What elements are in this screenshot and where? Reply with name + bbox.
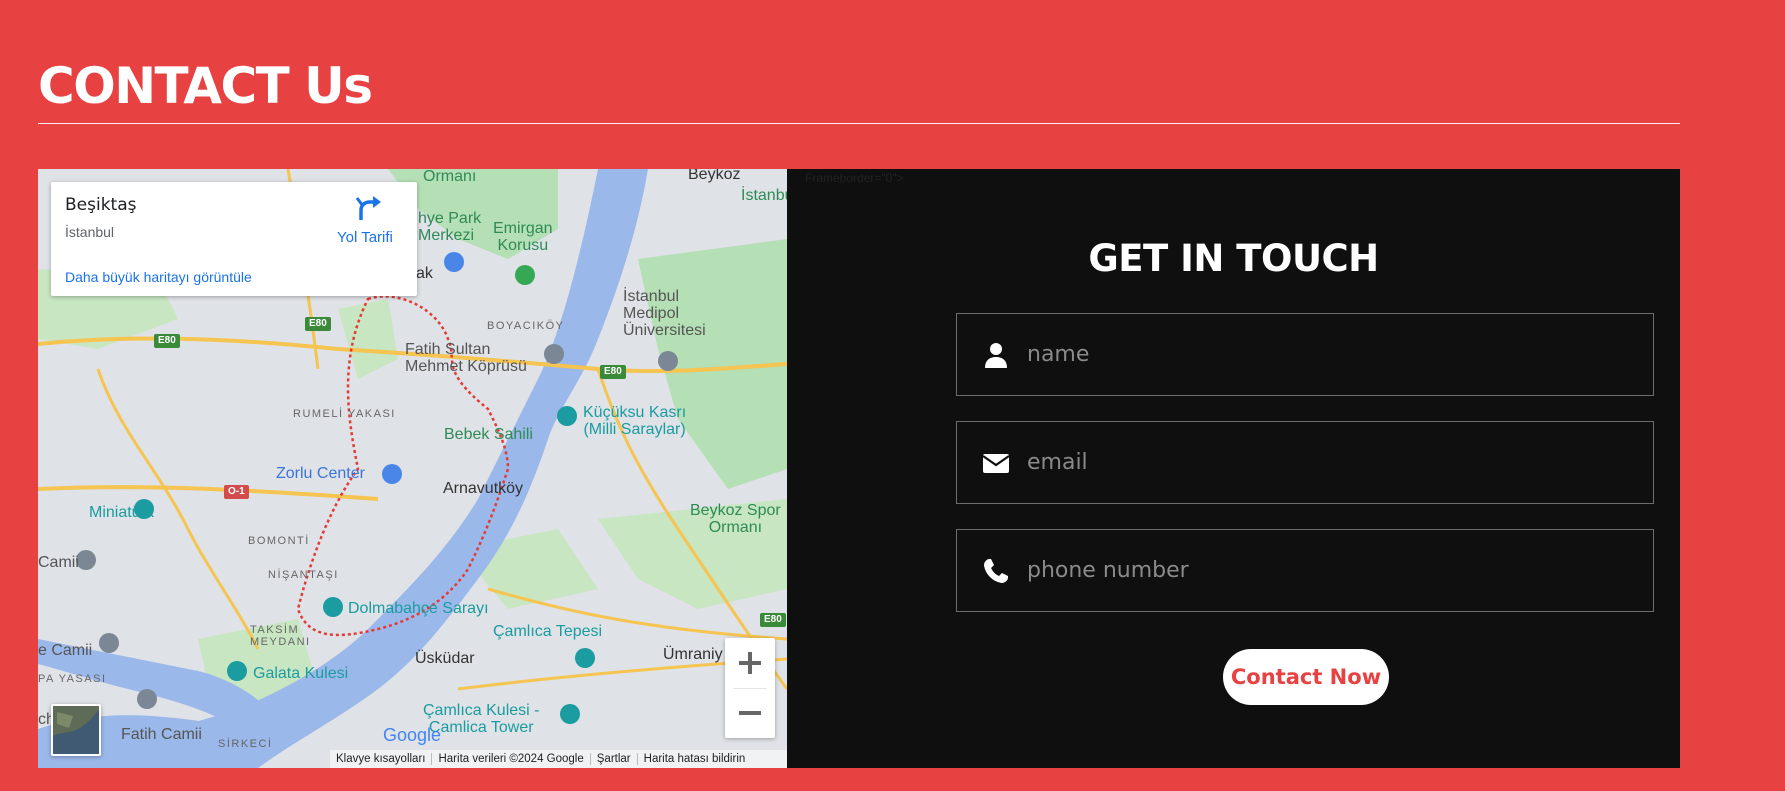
- map-label: SİRKECİ: [218, 738, 273, 750]
- plus-icon: [739, 652, 761, 674]
- form-heading: GET IN TOUCH: [1088, 237, 1379, 280]
- phone-icon: [984, 559, 1008, 583]
- road-shield: E80: [154, 334, 180, 348]
- map-label: İstanbul Medipol Üniversitesi: [623, 288, 706, 339]
- zoom-controls: [725, 638, 775, 738]
- name-field[interactable]: [956, 313, 1654, 396]
- email-field[interactable]: [956, 421, 1654, 504]
- map-label: hye Park Merkezi: [418, 210, 482, 244]
- iframe-leak-text: Frameborder="0">: [805, 171, 904, 185]
- map-label: Galata Kulesi: [253, 665, 349, 682]
- map-label: BOMONTİ: [248, 535, 310, 547]
- road-shield: E80: [760, 613, 786, 627]
- report-map-error-link[interactable]: Harita hatası bildirin: [638, 753, 752, 765]
- map-label: RUMELİ YAKASI: [293, 408, 396, 420]
- envelope-icon: [982, 454, 1010, 473]
- map-label: Miniatürk: [89, 504, 154, 521]
- map-label: Arnavutköy: [443, 480, 524, 497]
- name-input[interactable]: [1027, 314, 1637, 395]
- satellite-layer-toggle[interactable]: [51, 704, 101, 756]
- map-label: Emirgan Korusu: [493, 220, 553, 254]
- map-label: Üsküdar: [415, 650, 475, 667]
- map-label: Bebek Sahili: [444, 426, 533, 443]
- zoom-in-button[interactable]: [725, 638, 775, 688]
- map-label: Beykoz: [688, 169, 741, 183]
- map-place-card: Beşiktaş İstanbul Yol Tarifi Daha büyük …: [51, 182, 417, 296]
- terms-link[interactable]: Şartlar: [591, 753, 638, 765]
- minus-icon: [739, 711, 761, 715]
- road-shield: E80: [305, 317, 331, 331]
- directions-icon[interactable]: [355, 194, 383, 222]
- road-shield: E80: [600, 365, 626, 379]
- map-label: Beykoz Spor Ormanı: [690, 502, 781, 536]
- contact-form-panel: Frameborder="0"> GET IN TOUCH Contact No…: [787, 169, 1680, 768]
- keyboard-shortcuts-link[interactable]: Klavye kısayolları: [330, 753, 433, 765]
- directions-link[interactable]: Yol Tarifi: [337, 229, 393, 246]
- map-label: Çamlıca Tepesi: [493, 623, 603, 640]
- map-label: NİŞANTAŞI: [268, 569, 339, 581]
- map-label: Ümraniy: [663, 646, 723, 663]
- map-label: Fatih Sultan Mehmet Köprüsü: [405, 341, 527, 375]
- map-label: ak: [416, 265, 433, 282]
- page-title: CONTACT Us: [38, 57, 373, 115]
- map-label: Zorlu Center: [276, 465, 365, 482]
- map-label: BOYACIKÖY: [487, 320, 565, 332]
- phone-field[interactable]: [956, 529, 1654, 612]
- map-label: İstanbul Ke: [741, 187, 787, 204]
- map-attribution: Klavye kısayolları Harita verileri ©2024…: [330, 750, 787, 768]
- map-label: Küçüksu Kasrı (Milli Saraylar): [583, 404, 687, 438]
- email-input[interactable]: [1027, 422, 1637, 503]
- map-data-credit: Harita verileri ©2024 Google: [432, 753, 591, 765]
- map-label: TAKSİM MEYDANI: [250, 624, 311, 648]
- map-label: Camii: [38, 554, 79, 571]
- embedded-map[interactable]: Ormanı Beykoz İstanbul Ke hye Park Merke…: [38, 169, 787, 768]
- map-label: Dolmabahçe Sarayı: [348, 600, 489, 617]
- contact-now-button[interactable]: Contact Now: [1223, 649, 1389, 705]
- place-city: İstanbul: [65, 224, 115, 240]
- user-icon: [985, 343, 1007, 368]
- map-label: e Camii: [38, 642, 93, 659]
- zoom-out-button[interactable]: [725, 688, 775, 738]
- phone-input[interactable]: [1027, 530, 1637, 611]
- google-logo: Google: [383, 725, 441, 746]
- satellite-thumbnail-icon: [53, 706, 99, 754]
- map-label: Fatih Camii: [121, 726, 202, 743]
- view-larger-map-link[interactable]: Daha büyük haritayı görüntüle: [65, 269, 252, 285]
- map-label: Ormanı: [423, 169, 477, 185]
- road-shield: O-1: [224, 485, 249, 499]
- google-logo-text: Google: [383, 725, 442, 745]
- place-name: Beşiktaş: [65, 195, 137, 215]
- map-label: PA YASASI: [38, 673, 107, 685]
- title-divider: [38, 123, 1680, 124]
